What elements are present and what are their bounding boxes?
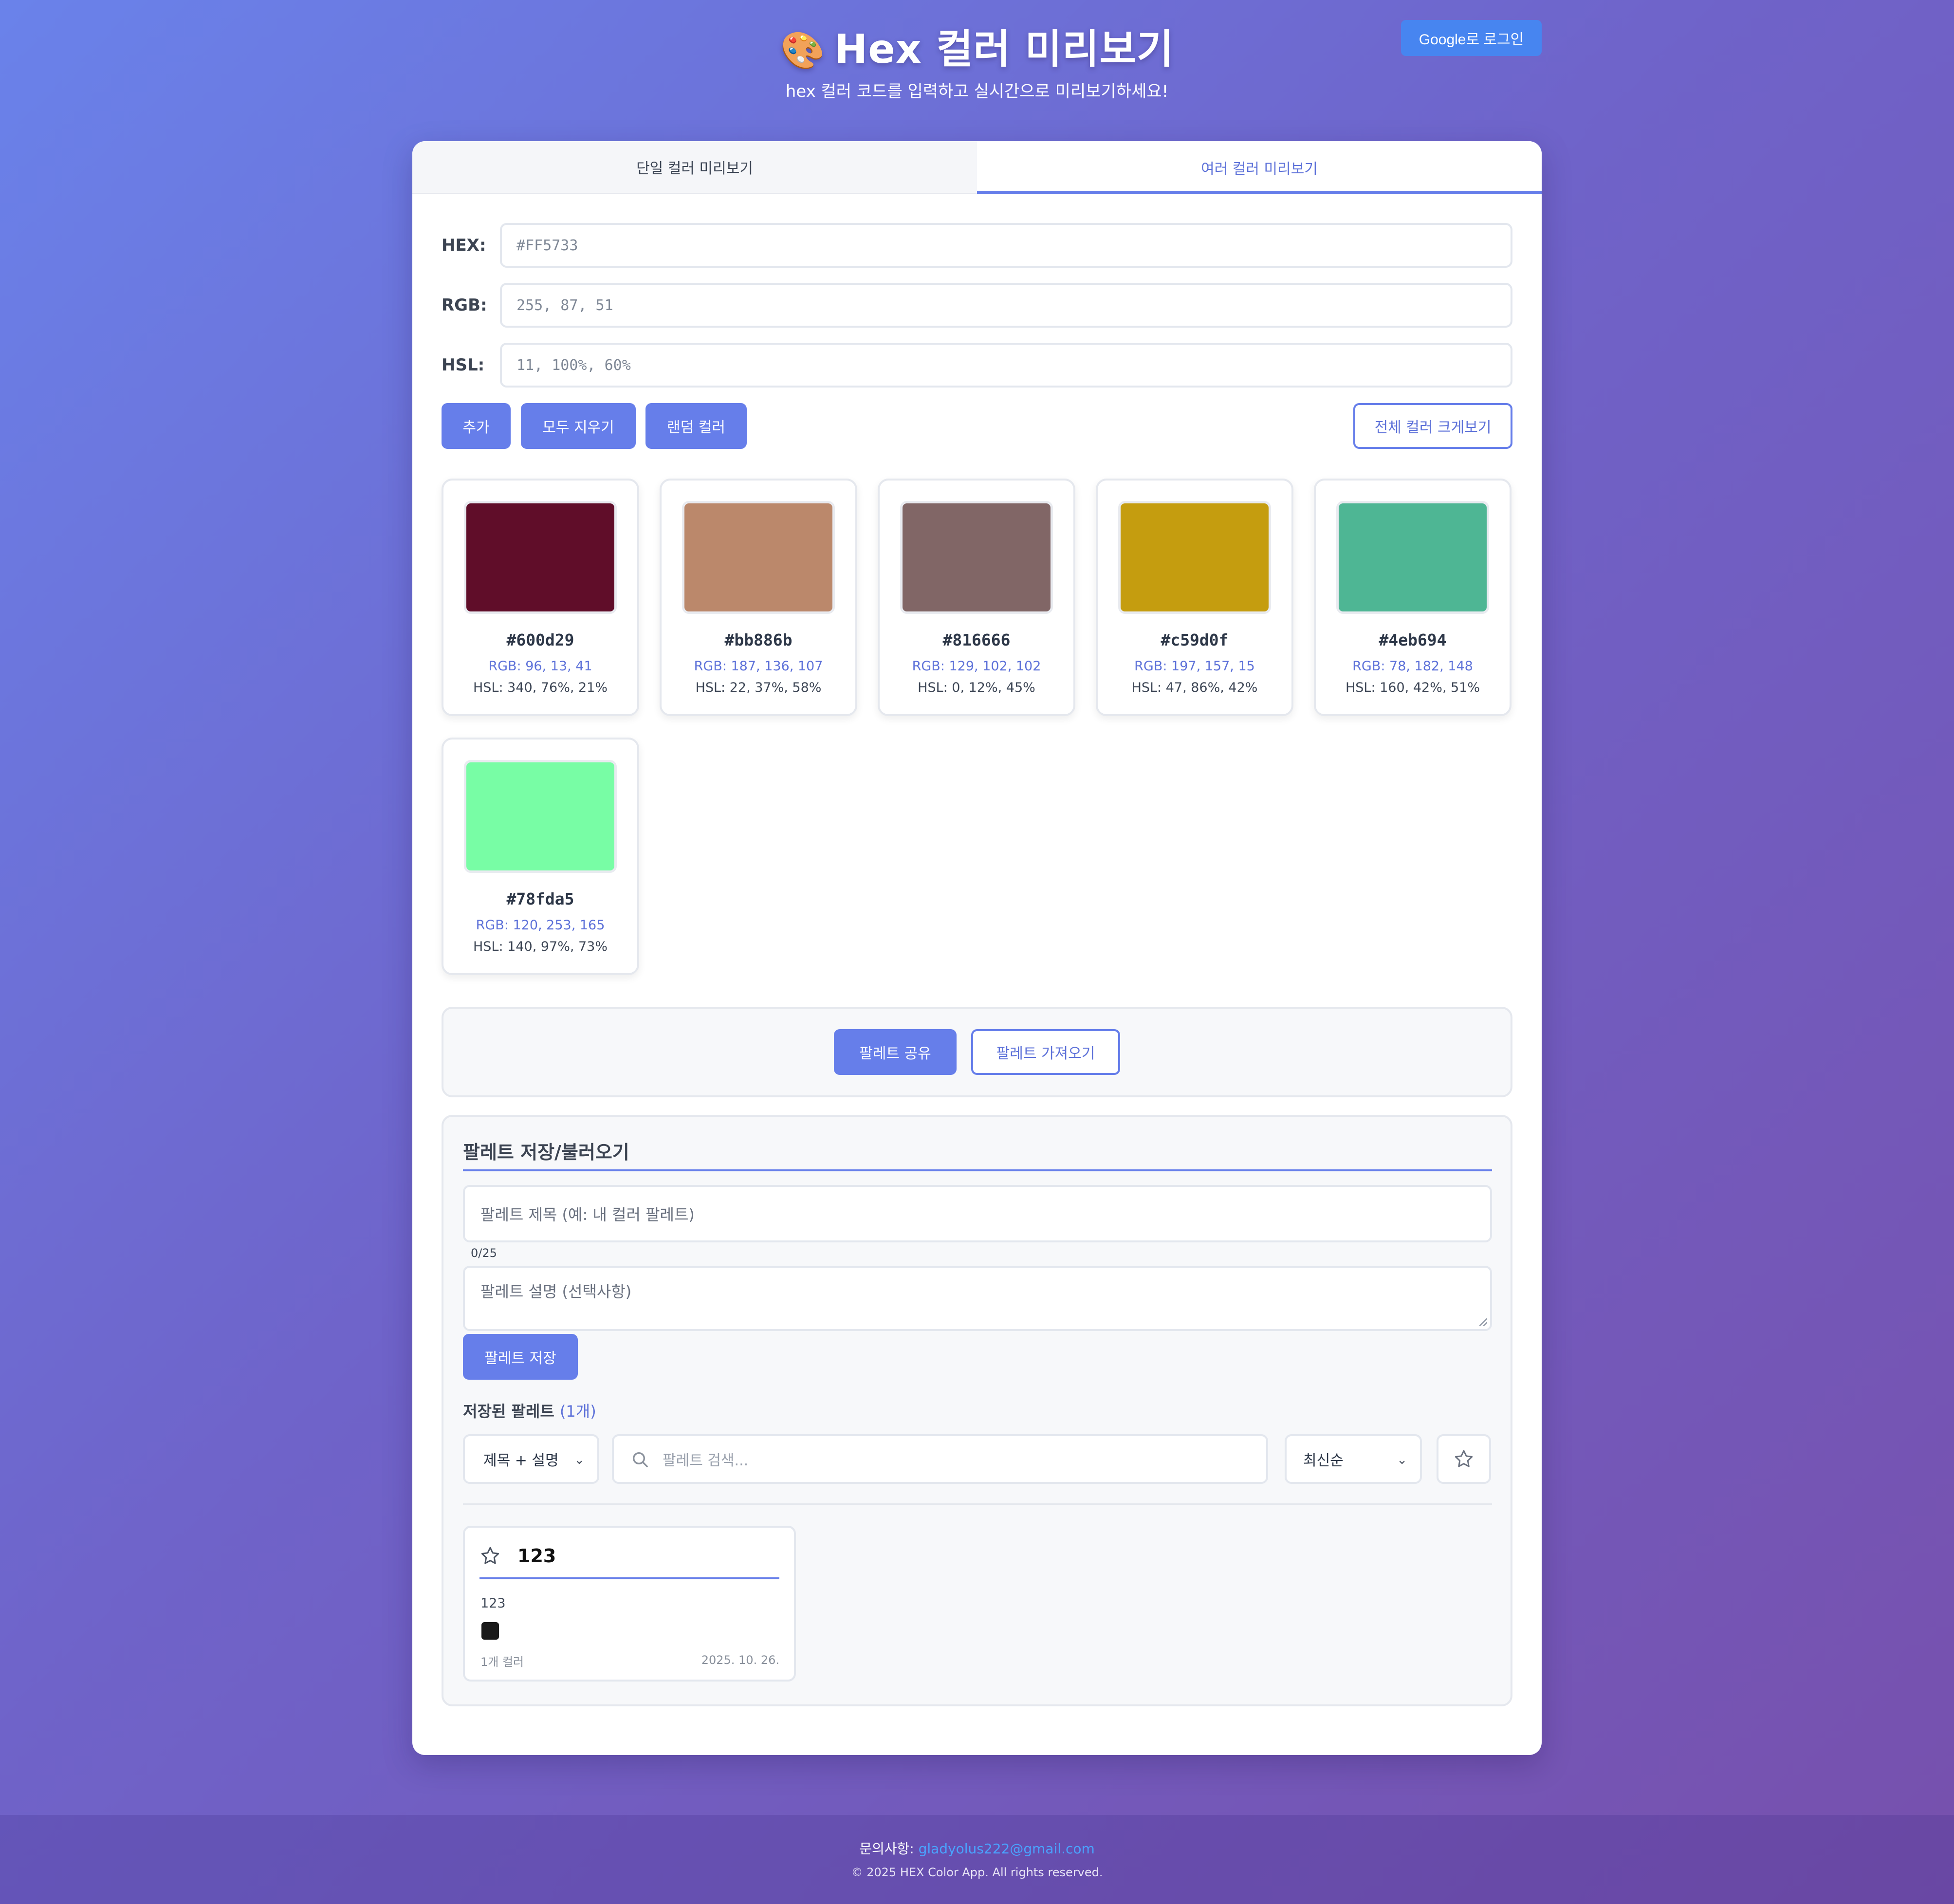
add-button[interactable]: 추가 [442, 403, 511, 449]
title-char-counter: 0/25 [471, 1246, 497, 1260]
share-palette-button[interactable]: 팔레트 공유 [834, 1029, 957, 1075]
palette-description: 123 [480, 1596, 506, 1611]
color-swatch [1336, 501, 1489, 614]
list-divider [463, 1503, 1492, 1505]
page-subtitle: hex 컬러 코드를 입력하고 실시간으로 미리보기하세요! [785, 82, 1169, 101]
palette-date: 2025. 10. 26. [701, 1653, 779, 1667]
color-hex: #bb886b [724, 630, 793, 649]
color-hsl: HSL: 140, 97%, 73% [473, 939, 608, 954]
color-hex: #78fda5 [506, 889, 574, 908]
saved-palettes-count: (1개) [559, 1402, 596, 1421]
footer: 문의사항: gladyolus222@gmail.com © 2025 HEX … [0, 1815, 1954, 1904]
contact-email-link[interactable]: gladyolus222@gmail.com [919, 1841, 1095, 1857]
saved-palettes-label: 저장된 팔레트 [463, 1402, 554, 1421]
color-card[interactable]: #4eb694 RGB: 78, 182, 148 HSL: 160, 42%,… [1314, 479, 1512, 716]
palette-save-panel: 팔레트 저장/불러오기 팔레트 제목 (예: 내 컬러 팔레트) 0/25 팔레… [442, 1115, 1512, 1706]
search-scope-value: 제목 + 설명 [483, 1452, 559, 1469]
palette-search-input[interactable]: 팔레트 검색... [612, 1434, 1268, 1484]
color-rgb: RGB: 120, 253, 165 [476, 918, 605, 933]
chevron-down-icon: ⌄ [574, 1453, 585, 1467]
saved-palettes-heading: 저장된 팔레트 (1개) [463, 1399, 596, 1422]
palette-name-divider [479, 1577, 779, 1579]
color-card[interactable]: #600d29 RGB: 96, 13, 41 HSL: 340, 76%, 2… [442, 479, 639, 716]
tab-bar: 단일 컬러 미리보기 여러 컬러 미리보기 [412, 141, 1542, 194]
color-hsl: HSL: 340, 76%, 21% [473, 680, 608, 695]
color-rgb: RGB: 78, 182, 148 [1352, 659, 1473, 674]
color-rgb: RGB: 197, 157, 15 [1134, 659, 1255, 674]
color-card[interactable]: #816666 RGB: 129, 102, 102 HSL: 0, 12%, … [878, 479, 1075, 716]
hsl-label: HSL: [442, 355, 485, 375]
color-swatch [682, 501, 835, 614]
color-swatch [464, 501, 617, 614]
saved-palette-card[interactable]: 123 123 1개 컬러 2025. 10. 26. [463, 1526, 796, 1682]
star-icon [1455, 1450, 1473, 1467]
color-card[interactable]: #c59d0f RGB: 197, 157, 15 HSL: 47, 86%, … [1096, 479, 1293, 716]
palette-color-count: 1개 컬러 [480, 1655, 524, 1669]
search-placeholder: 팔레트 검색... [663, 1452, 749, 1469]
rgb-input[interactable]: 255, 87, 51 [500, 283, 1512, 328]
hsl-input[interactable]: 11, 100%, 60% [500, 343, 1512, 388]
hex-input[interactable]: #FF5733 [500, 223, 1512, 268]
color-hsl: HSL: 22, 37%, 58% [695, 680, 822, 695]
palette-share-panel: 팔레트 공유 팔레트 가져오기 [442, 1007, 1512, 1097]
title-divider [463, 1169, 1492, 1171]
color-hsl: HSL: 160, 42%, 51% [1345, 680, 1480, 695]
palette-name: 123 [517, 1545, 556, 1567]
palette-title-input[interactable]: 팔레트 제목 (예: 내 컬러 팔레트) [463, 1185, 1492, 1242]
color-swatch [900, 501, 1053, 614]
tab-multi-color[interactable]: 여러 컬러 미리보기 [977, 141, 1542, 194]
color-rgb: RGB: 96, 13, 41 [488, 659, 592, 674]
sort-select[interactable]: 최신순 ⌄ [1285, 1434, 1422, 1484]
random-color-button[interactable]: 랜덤 컬러 [645, 403, 747, 449]
color-hsl: HSL: 0, 12%, 45% [918, 680, 1035, 695]
palette-color-chip [481, 1622, 499, 1640]
color-swatch [464, 760, 617, 873]
color-hex: #816666 [942, 630, 1011, 649]
palette-description-input[interactable]: 팔레트 설명 (선택사항) [463, 1266, 1492, 1331]
color-hex: #c59d0f [1161, 630, 1229, 649]
main-card: 단일 컬러 미리보기 여러 컬러 미리보기 HEX: #FF5733 RGB: … [412, 141, 1542, 1755]
hex-label: HEX: [442, 236, 486, 255]
google-login-button[interactable]: Google로 로그인 [1401, 20, 1542, 56]
save-palette-button[interactable]: 팔레트 저장 [463, 1334, 578, 1380]
footer-contact: 문의사항: gladyolus222@gmail.com [0, 1838, 1954, 1858]
footer-copyright: © 2025 HEX Color App. All rights reserve… [851, 1866, 1103, 1879]
page-title-text: Hex 컬러 미리보기 [834, 26, 1174, 73]
contact-label: 문의사항: [859, 1841, 914, 1857]
rgb-label: RGB: [442, 296, 487, 315]
view-all-colors-button[interactable]: 전체 컬러 크게보기 [1353, 403, 1512, 449]
description-placeholder: 팔레트 설명 (선택사항) [480, 1282, 632, 1301]
save-panel-title: 팔레트 저장/불러오기 [463, 1142, 629, 1163]
color-card[interactable]: #bb886b RGB: 187, 136, 107 HSL: 22, 37%,… [660, 479, 857, 716]
color-swatch [1118, 501, 1271, 614]
palette-icon: 🎨 [780, 30, 826, 72]
import-palette-button[interactable]: 팔레트 가져오기 [971, 1029, 1120, 1075]
page: 🎨 Hex 컬러 미리보기 hex 컬러 코드를 입력하고 실시간으로 미리보기하… [0, 0, 1954, 1904]
clear-all-button[interactable]: 모두 지우기 [521, 403, 636, 449]
color-rgb: RGB: 129, 102, 102 [912, 659, 1041, 674]
color-hex: #600d29 [506, 630, 574, 649]
star-icon[interactable] [479, 1545, 501, 1567]
color-rgb: RGB: 187, 136, 107 [694, 659, 823, 674]
search-scope-select[interactable]: 제목 + 설명 ⌄ [463, 1434, 599, 1484]
color-hsl: HSL: 47, 86%, 42% [1131, 680, 1258, 695]
color-card[interactable]: #78fda5 RGB: 120, 253, 165 HSL: 140, 97%… [442, 738, 639, 975]
resize-handle-icon[interactable] [1479, 1318, 1487, 1326]
favorites-filter-button[interactable] [1437, 1434, 1491, 1484]
color-hex: #4eb694 [1379, 630, 1447, 649]
chevron-down-icon: ⌄ [1397, 1453, 1407, 1467]
tab-single-color[interactable]: 단일 컬러 미리보기 [412, 141, 977, 194]
page-title: 🎨 Hex 컬러 미리보기 [0, 17, 1954, 74]
sort-value: 최신순 [1303, 1452, 1344, 1469]
search-icon [633, 1452, 648, 1467]
